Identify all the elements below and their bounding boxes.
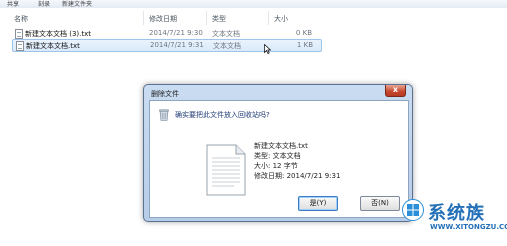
- file-date: 2014/7/21 9:31: [150, 41, 204, 49]
- watermark-url: WWW.XITONGZU.COM: [430, 223, 507, 231]
- file-name: 新建文本文档 (3).txt: [25, 30, 91, 38]
- watermark-brand: 系统族: [428, 203, 485, 224]
- text-file-icon: [15, 29, 23, 39]
- close-icon[interactable]: x: [385, 85, 406, 97]
- detail-type: 类型: 文本文档: [254, 152, 301, 160]
- text-file-icon: [16, 41, 24, 51]
- confirm-question: 确实要把此文件放入回收站吗?: [175, 111, 270, 119]
- toolbar-share-button[interactable]: 共享: [7, 0, 19, 8]
- file-size: 0 KB: [295, 29, 312, 37]
- column-name[interactable]: 名称: [14, 14, 28, 24]
- file-type: 文本文档: [212, 30, 240, 38]
- column-size[interactable]: 大小: [274, 14, 288, 24]
- column-type[interactable]: 类型: [212, 14, 226, 24]
- detail-modified: 修改日期: 2014/7/21 9:31: [254, 172, 341, 180]
- no-button[interactable]: 否(N): [360, 196, 400, 211]
- detail-size: 大小: 12 字节: [254, 162, 298, 170]
- recycle-bin-icon: [159, 109, 169, 121]
- detail-filename: 新建文本文档.txt: [254, 142, 308, 150]
- windows-logo-icon: [402, 199, 424, 221]
- column-date[interactable]: 修改日期: [149, 14, 177, 24]
- delete-file-dialog: 删除文件 x 确实要把此文件放入回收站吗? 新建文本文档.txt 类型: 文本文…: [143, 84, 413, 222]
- column-header: 名称 修改日期 类型 大小: [0, 8, 507, 25]
- file-type: 文本文档: [213, 42, 241, 50]
- file-name: 新建文本文档.txt: [26, 42, 80, 50]
- file-row-selected[interactable]: 新建文本文档.txt 2014/7/21 9:31 文本文档 1 KB: [12, 39, 322, 52]
- text-document-icon: [206, 144, 246, 196]
- file-date: 2014/7/21 9:30: [149, 29, 203, 37]
- toolbar-burn-button[interactable]: 刻录: [38, 0, 50, 8]
- dialog-title: 删除文件: [151, 90, 179, 98]
- file-row[interactable]: 新建文本文档 (3).txt 2014/7/21 9:30 文本文档 0 KB: [12, 28, 320, 39]
- file-size: 1 KB: [296, 41, 313, 49]
- dialog-body: 确实要把此文件放入回收站吗? 新建文本文档.txt 类型: 文本文档 大小: 1…: [149, 100, 409, 218]
- mouse-cursor-icon: [264, 44, 271, 54]
- toolbar-new-folder-button[interactable]: 新建文件夹: [62, 0, 92, 8]
- yes-button[interactable]: 是(Y): [298, 196, 338, 211]
